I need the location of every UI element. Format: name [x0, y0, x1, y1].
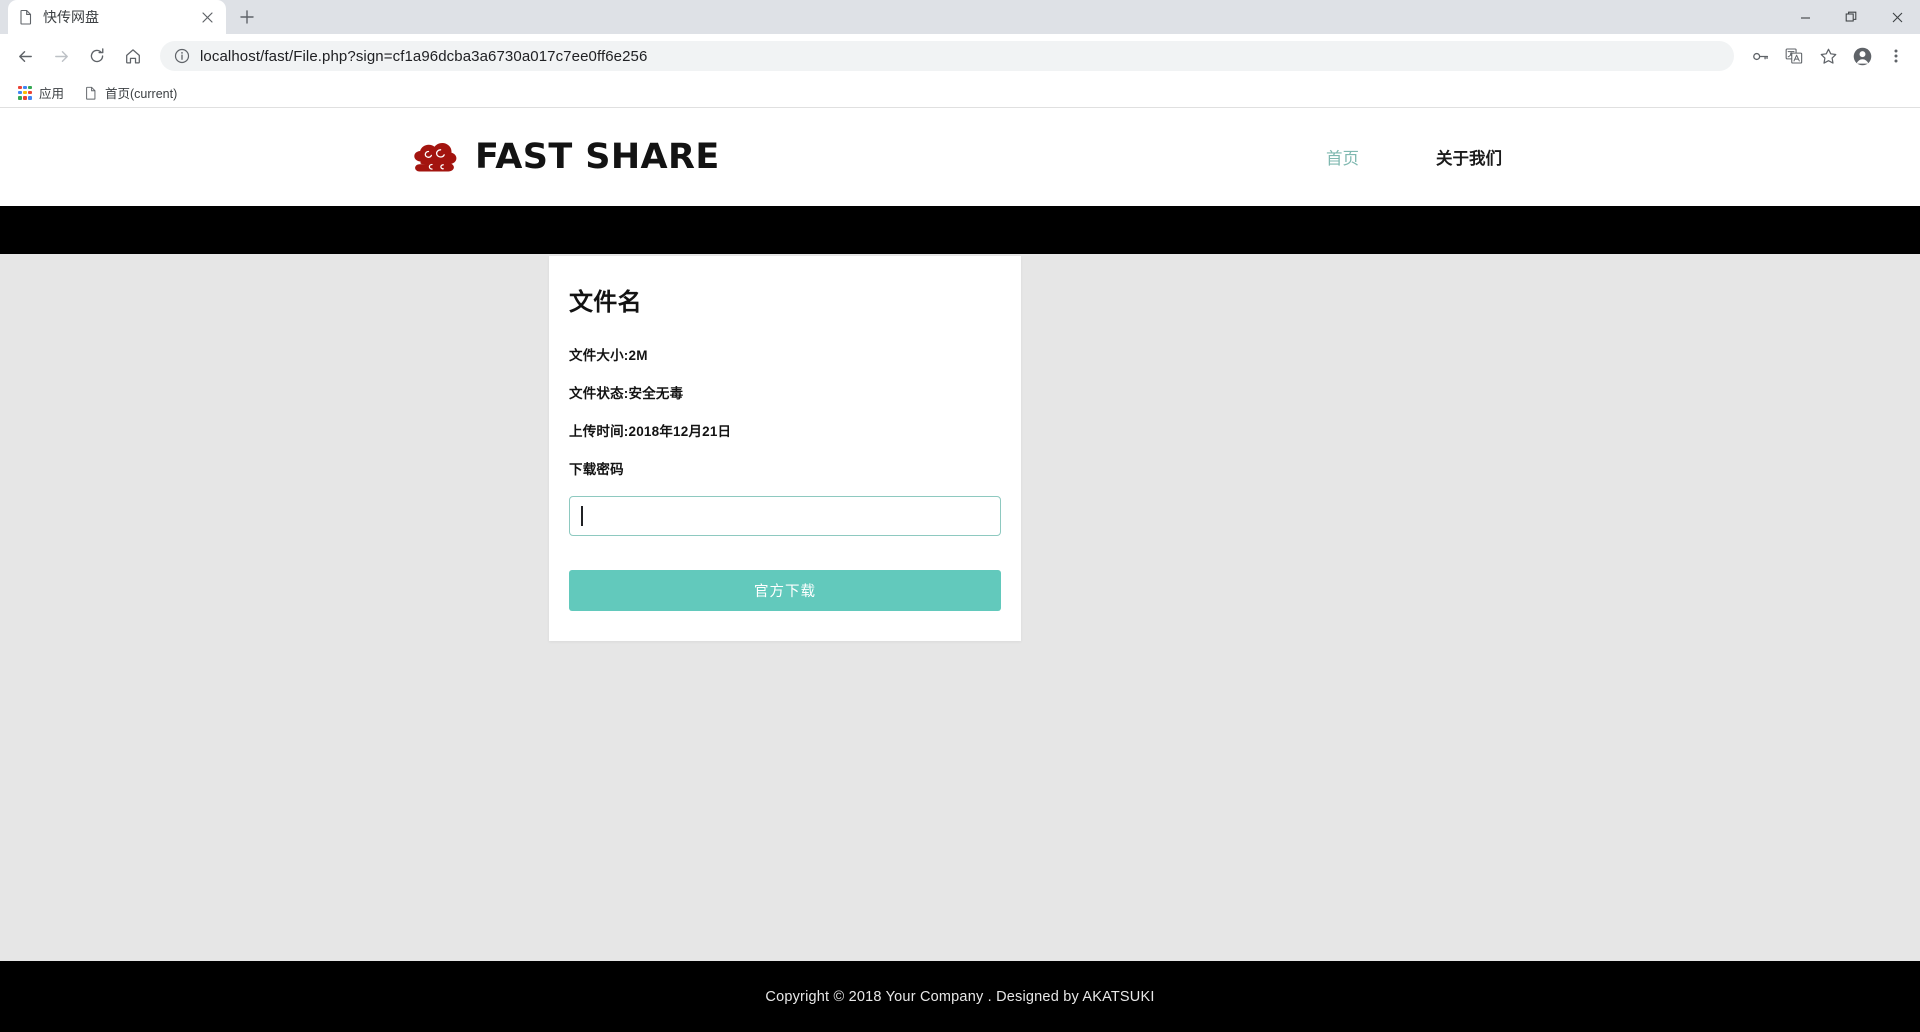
apps-grid-icon: [18, 85, 32, 100]
file-size-text: 文件大小:2M: [569, 348, 648, 363]
bookmark-apps[interactable]: 应用: [10, 80, 72, 105]
info-circle-icon[interactable]: [174, 48, 190, 64]
password-label: 下载密码: [569, 462, 624, 477]
upload-time-text: 上传时间:2018年12月21日: [569, 424, 732, 439]
arrow-left-icon[interactable]: [8, 39, 42, 73]
star-icon[interactable]: [1812, 40, 1844, 72]
brand-name: FAST SHARE: [475, 137, 720, 177]
download-password-input[interactable]: [569, 496, 1001, 536]
page-body: 文件名 文件大小:2M 文件状态:安全无毒 上传时间:2018年12月21日 下…: [0, 254, 1920, 1032]
file-status-text: 文件状态:安全无毒: [569, 386, 684, 401]
page-viewport: FAST SHARE 首页 关于我们 文件名 文件大小:2M 文件状态:安全无毒…: [0, 108, 1920, 1032]
home-icon[interactable]: [116, 39, 150, 73]
bookmarks-bar: 应用 首页(current): [0, 78, 1920, 108]
brand[interactable]: FAST SHARE: [411, 137, 720, 177]
bookmark-home[interactable]: 首页(current): [76, 80, 185, 105]
toolbar-icon-group: [1744, 40, 1912, 72]
reload-icon[interactable]: [80, 39, 114, 73]
tab-title: 快传网盘: [43, 10, 99, 24]
window-close-icon[interactable]: [1874, 0, 1920, 34]
minimize-icon[interactable]: [1782, 0, 1828, 34]
key-icon[interactable]: [1744, 40, 1776, 72]
new-tab-button[interactable]: [232, 2, 262, 32]
nav-link-home[interactable]: 首页: [1326, 145, 1359, 169]
tab-strip: 快传网盘: [0, 0, 1920, 34]
page-icon: [18, 9, 34, 25]
more-menu-icon[interactable]: [1880, 40, 1912, 72]
bookmark-label: 首页(current): [105, 87, 178, 101]
profile-avatar-icon[interactable]: [1846, 40, 1878, 72]
file-name-title: 文件名: [569, 289, 642, 316]
site-header: FAST SHARE 首页 关于我们: [0, 108, 1920, 206]
browser-toolbar: localhost/fast/File.php?sign=cf1a96dcba3…: [0, 34, 1920, 78]
site-footer: Copyright © 2018 Your Company . Designed…: [0, 961, 1920, 1032]
file-info-card: 文件名 文件大小:2M 文件状态:安全无毒 上传时间:2018年12月21日 下…: [549, 256, 1021, 641]
browser-tab[interactable]: 快传网盘: [8, 0, 226, 34]
arrow-right-icon[interactable]: [44, 39, 78, 73]
maximize-icon[interactable]: [1828, 0, 1874, 34]
close-icon[interactable]: [198, 8, 216, 26]
copyright-text: Copyright © 2018 Your Company . Designed…: [765, 988, 1155, 1005]
site-nav: 首页 关于我们: [1326, 145, 1502, 169]
address-bar[interactable]: localhost/fast/File.php?sign=cf1a96dcba3…: [160, 41, 1734, 71]
red-cloud-logo-icon: [411, 137, 457, 177]
page-icon: [84, 86, 98, 100]
text-caret: [581, 506, 583, 526]
url-text: localhost/fast/File.php?sign=cf1a96dcba3…: [200, 47, 648, 65]
password-field-wrapper: [569, 496, 1001, 536]
nav-link-about[interactable]: 关于我们: [1436, 145, 1502, 169]
translate-icon[interactable]: [1778, 40, 1810, 72]
window-controls: [1782, 0, 1920, 34]
official-download-button[interactable]: 官方下载: [569, 570, 1001, 611]
bookmark-label: 应用: [39, 87, 65, 101]
hero-black-band: [0, 206, 1920, 254]
browser-window: 快传网盘 localhost/fast/File.php?sign=cf1a96…: [0, 0, 1920, 1032]
